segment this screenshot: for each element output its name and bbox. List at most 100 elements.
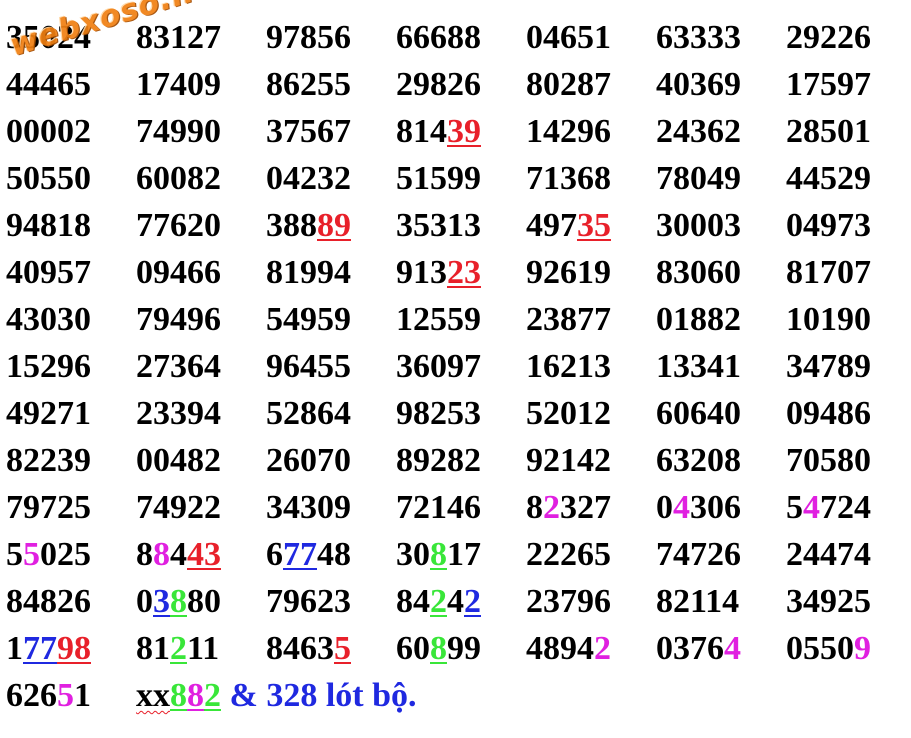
number-digits: 1: [6, 630, 23, 667]
number-digits: 86255: [266, 66, 351, 103]
number-digits: 04232: [266, 160, 351, 197]
lottery-number: 01882: [656, 296, 786, 343]
number-digits: 48: [317, 536, 351, 573]
highlighted-digits: 23: [447, 254, 481, 291]
number-digits: 01882: [656, 301, 741, 338]
number-digits: 814: [396, 113, 447, 150]
lottery-number: 28501: [786, 108, 911, 155]
lottery-number: 09466: [136, 249, 266, 296]
lottery-number: 04232: [266, 155, 396, 202]
lottery-number: 49271: [6, 390, 136, 437]
highlighted-digits: 89: [317, 207, 351, 244]
footer-magenta-digit: 8: [187, 677, 204, 714]
lottery-number: 80287: [526, 61, 656, 108]
lottery-number: 72146: [396, 484, 526, 531]
number-digits: 09466: [136, 254, 221, 291]
number-digits: 23796: [526, 583, 611, 620]
number-digits: 5: [6, 536, 23, 573]
number-digits: 8463: [266, 630, 334, 667]
lottery-number: 79496: [136, 296, 266, 343]
number-digits: 35313: [396, 207, 481, 244]
number-digits: 11: [187, 630, 220, 667]
highlighted-digits: 2: [543, 489, 560, 526]
lottery-number: 23877: [526, 296, 656, 343]
number-digits: 49271: [6, 395, 91, 432]
lottery-number: 92619: [526, 249, 656, 296]
lottery-number: 78049: [656, 155, 786, 202]
lottery-number: 71368: [526, 155, 656, 202]
lottery-number: 29226: [786, 14, 911, 61]
lottery-number: 22265: [526, 531, 656, 578]
number-digits: 97856: [266, 19, 351, 56]
number-digits: 77620: [136, 207, 221, 244]
lottery-number: 91323: [396, 249, 526, 296]
number-digits: 34789: [786, 348, 871, 385]
highlighted-digits: 8: [430, 536, 447, 573]
lottery-number: 82239: [6, 437, 136, 484]
lottery-number: 49735: [526, 202, 656, 249]
number-digits: 94818: [6, 207, 91, 244]
number-digits: 5: [786, 489, 803, 526]
lottery-number: 04306: [656, 484, 786, 531]
number-digits: 17: [447, 536, 481, 573]
footer-note: xx882 & 328 lót bộ.: [136, 677, 417, 714]
lottery-number: 70580: [786, 437, 911, 484]
number-digits: 71368: [526, 160, 611, 197]
lottery-number: 89282: [396, 437, 526, 484]
number-digits: 8: [136, 536, 153, 573]
lottery-number: 24362: [656, 108, 786, 155]
number-digits: 99: [447, 630, 481, 667]
number-digits: 74990: [136, 113, 221, 150]
lottery-number: 15296: [6, 343, 136, 390]
highlighted-digits: 39: [447, 113, 481, 150]
number-digits: 35024: [6, 19, 91, 56]
number-digits: 81: [136, 630, 170, 667]
number-digits: 79725: [6, 489, 91, 526]
lottery-number: 03764: [656, 625, 786, 672]
number-digits: 30: [396, 536, 430, 573]
highlighted-digits: 5: [334, 630, 351, 667]
lottery-number: 97856: [266, 14, 396, 61]
number-digits: 10190: [786, 301, 871, 338]
number-digits: 0550: [786, 630, 854, 667]
lottery-number: 14296: [526, 108, 656, 155]
lottery-number: 51599: [396, 155, 526, 202]
lottery-number: 86255: [266, 61, 396, 108]
number-row: 17798 81211 84635 60899 48942 03764 05509: [6, 625, 911, 672]
number-digits: 23877: [526, 301, 611, 338]
number-digits: 16213: [526, 348, 611, 385]
number-row: 82239 00482 26070 89282 92142 63208 70580: [6, 437, 911, 484]
number-digits: 0376: [656, 630, 724, 667]
number-digits: 70580: [786, 442, 871, 479]
number-row: 50550 60082 04232 51599 71368 78049 44529: [6, 155, 911, 202]
lottery-number: 81211: [136, 625, 266, 672]
lottery-number: 29826: [396, 61, 526, 108]
lottery-number: 50550: [6, 155, 136, 202]
number-digits: 52864: [266, 395, 351, 432]
number-digits: 81994: [266, 254, 351, 291]
footer-line: 62651 xx882 & 328 lót bộ.: [6, 672, 911, 719]
lottery-number: 83060: [656, 249, 786, 296]
number-digits: 4: [170, 536, 187, 573]
number-digits: 14296: [526, 113, 611, 150]
number-row: 44465 17409 86255 29826 80287 40369 17597: [6, 61, 911, 108]
highlighted-digits: 98: [57, 630, 91, 667]
number-digits: 79623: [266, 583, 351, 620]
number-digits: 66688: [396, 19, 481, 56]
highlighted-digits: 4: [724, 630, 741, 667]
footer-text: & 328 lót bộ.: [221, 677, 417, 714]
lottery-number: 74726: [656, 531, 786, 578]
number-row: 35024 83127 97856 66688 04651 63333 29226: [6, 14, 911, 61]
number-digits: 497: [526, 207, 577, 244]
number-rows: 35024 83127 97856 66688 04651 63333 29226 44465…: [6, 14, 911, 672]
lottery-number: 83127: [136, 14, 266, 61]
footer-green-digit: 2: [204, 677, 221, 714]
lottery-number: 43030: [6, 296, 136, 343]
number-digits: 306: [690, 489, 741, 526]
number-digits: 81707: [786, 254, 871, 291]
lottery-number: 00002: [6, 108, 136, 155]
lottery-number: 52864: [266, 390, 396, 437]
lottery-number: 84242: [396, 578, 526, 625]
number-digits: 82239: [6, 442, 91, 479]
lottery-number: 63333: [656, 14, 786, 61]
